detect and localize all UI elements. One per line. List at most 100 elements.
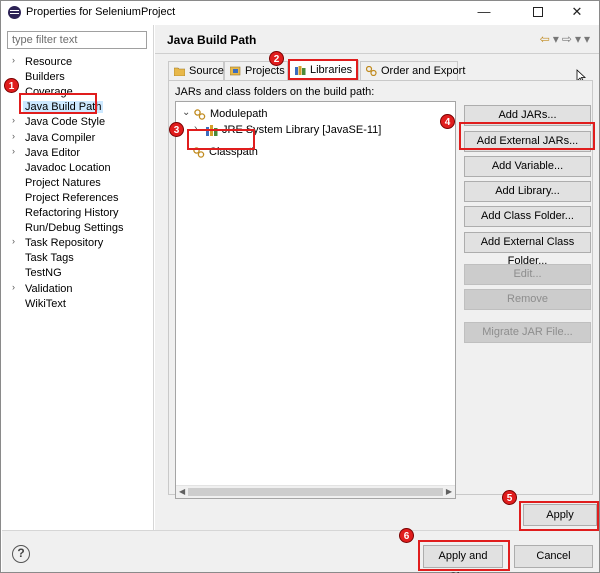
maximize-icon bbox=[533, 7, 543, 17]
sidebar-item-label: Task Tags bbox=[25, 252, 74, 265]
expand-icon[interactable]: ⌄ bbox=[182, 107, 190, 118]
expand-icon[interactable]: › bbox=[12, 55, 15, 65]
sidebar-item-builders[interactable]: Builders bbox=[2, 70, 152, 85]
remove-button[interactable]: Remove bbox=[464, 289, 591, 310]
sidebar-item-resource[interactable]: › Resource bbox=[2, 55, 152, 70]
expand-icon[interactable]: › bbox=[12, 282, 15, 292]
expand-icon[interactable]: › bbox=[12, 115, 15, 125]
sidebar-item-label: Project References bbox=[25, 191, 119, 204]
tree-item-modulepath[interactable]: ⌄ Modulepath bbox=[180, 107, 380, 122]
libraries-panel: JARs and class folders on the build path… bbox=[168, 80, 593, 499]
sidebar-item-label: TestNG bbox=[25, 267, 62, 280]
step-badge-2: 2 bbox=[269, 51, 284, 66]
sidebar-item-coverage[interactable]: Coverage bbox=[2, 85, 152, 100]
expand-icon[interactable]: › bbox=[12, 131, 15, 141]
sidebar-item-validation[interactable]: › Validation bbox=[2, 282, 152, 297]
sidebar-item-javadoc-location[interactable]: Javadoc Location bbox=[2, 161, 152, 176]
library-icon bbox=[206, 125, 218, 136]
scrollbar-thumb[interactable] bbox=[188, 488, 443, 496]
sidebar-item-java-build-path[interactable]: Java Build Path bbox=[2, 100, 152, 115]
horizontal-scrollbar[interactable]: ◀ ▶ bbox=[176, 485, 455, 498]
sidebar-item-label: Coverage bbox=[25, 86, 73, 99]
cancel-button[interactable]: Cancel bbox=[514, 545, 593, 568]
expand-icon[interactable]: › bbox=[194, 123, 197, 134]
forward-arrow-icon[interactable]: ⇨ bbox=[562, 32, 575, 46]
step-badge-3: 3 bbox=[169, 122, 184, 137]
history-nav[interactable]: ⇦▾⇨▾▾ bbox=[540, 32, 593, 46]
add-variable-button[interactable]: Add Variable... bbox=[464, 156, 591, 177]
properties-sidebar: › Resource Builders Coverage Java Build Path… bbox=[2, 25, 154, 530]
tree-item-jre-library[interactable]: › JRE System Library [JavaSE-11] bbox=[192, 123, 422, 138]
add-library-button[interactable]: Add Library... bbox=[464, 181, 591, 202]
sidebar-item-java-compiler[interactable]: › Java Compiler bbox=[2, 131, 152, 146]
title-bar: Properties for SeleniumProject — ✕ bbox=[1, 1, 599, 24]
libraries-icon bbox=[295, 66, 306, 75]
jars-caption: JARs and class folders on the build path… bbox=[175, 86, 375, 98]
sidebar-item-label: Task Repository bbox=[25, 237, 104, 250]
sidebar-item-refactoring-history[interactable]: Refactoring History bbox=[2, 206, 152, 221]
sidebar-item-label: Java Editor bbox=[25, 146, 81, 159]
edit-button[interactable]: Edit... bbox=[464, 264, 591, 285]
sidebar-item-wikitext[interactable]: WikiText bbox=[2, 297, 152, 312]
sidebar-item-project-natures[interactable]: Project Natures bbox=[2, 176, 152, 191]
sidebar-item-testng[interactable]: TestNG bbox=[2, 266, 152, 281]
apply-and-close-button[interactable]: Apply and Close bbox=[423, 545, 503, 573]
sidebar-item-java-editor[interactable]: › Java Editor bbox=[2, 146, 152, 161]
step-badge-6: 6 bbox=[399, 528, 414, 543]
sidebar-item-task-tags[interactable]: Task Tags bbox=[2, 251, 152, 266]
page-header: Java Build Path ⇦▾⇨▾▾ bbox=[155, 25, 599, 54]
properties-dialog: Properties for SeleniumProject — ✕ › Reso… bbox=[0, 0, 600, 573]
sidebar-item-project-references[interactable]: Project References bbox=[2, 191, 152, 206]
help-icon[interactable]: ? bbox=[12, 545, 30, 563]
back-arrow-icon[interactable]: ⇦ bbox=[540, 32, 553, 46]
tab-libraries[interactable]: Libraries bbox=[289, 60, 359, 81]
sidebar-item-java-code-style[interactable]: › Java Code Style bbox=[2, 115, 152, 130]
view-menu-icon[interactable]: ▾ bbox=[584, 32, 593, 46]
back-dropdown-icon[interactable]: ▾ bbox=[553, 32, 562, 46]
tab-order-and-export[interactable]: Order and Export bbox=[360, 61, 465, 80]
tree-item-label: JRE System Library [JavaSE-11] bbox=[222, 124, 382, 136]
sidebar-item-label: Project Natures bbox=[25, 176, 101, 189]
close-button[interactable]: ✕ bbox=[554, 1, 600, 24]
scroll-left-icon[interactable]: ◀ bbox=[179, 487, 185, 496]
sidebar-item-run-debug-settings[interactable]: Run/Debug Settings bbox=[2, 221, 152, 236]
page-title: Java Build Path bbox=[167, 33, 257, 47]
sidebar-item-label: Builders bbox=[25, 71, 65, 84]
step-badge-4: 4 bbox=[440, 114, 455, 129]
order-export-icon bbox=[366, 66, 377, 76]
tree-item-label: Modulepath bbox=[210, 108, 268, 120]
step-badge-5: 5 bbox=[502, 490, 517, 505]
source-folder-icon bbox=[174, 67, 185, 76]
expand-icon[interactable]: › bbox=[12, 146, 15, 156]
build-path-tree[interactable]: ⌄ Modulepath › JRE System Library [JavaS… bbox=[175, 101, 456, 499]
classpath-icon bbox=[193, 147, 205, 158]
filter-input[interactable] bbox=[7, 31, 147, 49]
sidebar-item-label: Run/Debug Settings bbox=[25, 222, 124, 235]
dialog-footer: ? Apply and Close Cancel bbox=[2, 530, 599, 573]
add-external-jars-button[interactable]: Add External JARs... bbox=[464, 131, 591, 152]
tab-label: Libraries bbox=[310, 64, 353, 76]
sidebar-item-task-repository[interactable]: › Task Repository bbox=[2, 236, 152, 251]
add-class-folder-button[interactable]: Add Class Folder... bbox=[464, 206, 591, 227]
expand-icon[interactable]: › bbox=[12, 236, 15, 246]
forward-dropdown-icon[interactable]: ▾ bbox=[575, 32, 584, 46]
sidebar-item-label: Resource bbox=[25, 56, 73, 68]
add-external-class-folder-button[interactable]: Add External Class Folder... bbox=[464, 232, 591, 267]
sidebar-item-label: Validation bbox=[25, 282, 73, 295]
migrate-jar-button[interactable]: Migrate JAR File... bbox=[464, 322, 591, 343]
tree-item-classpath[interactable]: Classpath bbox=[190, 145, 260, 160]
window-title: Properties for SeleniumProject bbox=[26, 6, 176, 18]
apply-button[interactable]: Apply bbox=[523, 504, 597, 526]
step-badge-1: 1 bbox=[4, 78, 19, 93]
tab-source[interactable]: Source bbox=[168, 61, 224, 80]
build-path-page: Java Build Path ⇦▾⇨▾▾ Source Projects Li… bbox=[155, 25, 599, 530]
minimize-button[interactable]: — bbox=[461, 1, 507, 24]
tab-label: Source bbox=[189, 65, 224, 77]
sidebar-item-label: Java Code Style bbox=[25, 116, 106, 129]
sidebar-item-label: Java Build Path bbox=[23, 101, 104, 114]
add-jars-button[interactable]: Add JARs... bbox=[464, 105, 591, 126]
sidebar-item-label: Javadoc Location bbox=[25, 161, 111, 174]
scroll-right-icon[interactable]: ▶ bbox=[446, 487, 452, 496]
sidebar-item-label: Java Compiler bbox=[25, 131, 96, 144]
projects-icon bbox=[230, 66, 241, 76]
